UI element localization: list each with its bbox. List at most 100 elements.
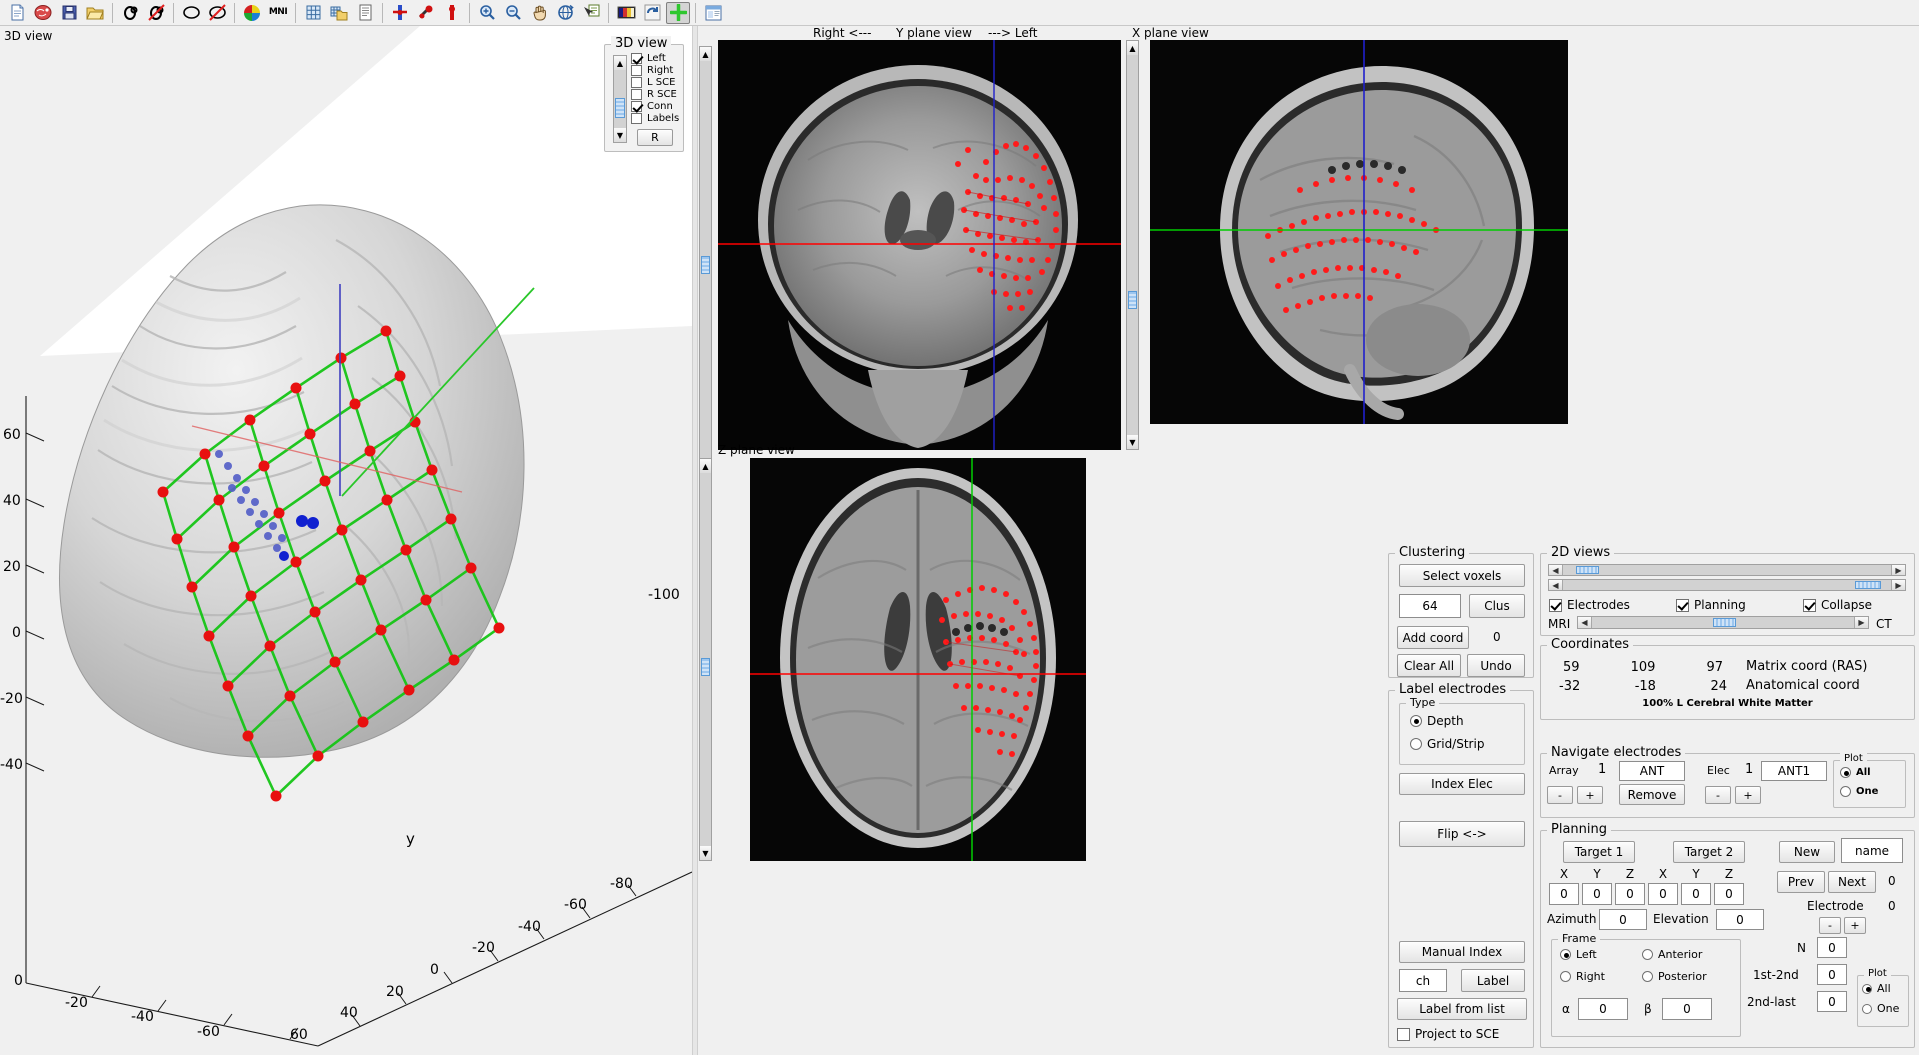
frame-posterior-radio[interactable]: Posterior [1642, 970, 1707, 983]
electrode-blue-icon[interactable] [388, 2, 412, 24]
navigate-plot-all-indicator[interactable] [1840, 767, 1851, 778]
clear-all-button[interactable]: Clear All [1397, 654, 1461, 677]
zoom-in-icon[interactable] [475, 2, 499, 24]
type-depth-radio-indicator[interactable] [1410, 715, 1422, 727]
n-input[interactable]: 0 [1817, 937, 1847, 958]
type-gridstrip-radio-indicator[interactable] [1410, 738, 1422, 750]
plan-name-input[interactable]: name [1841, 838, 1903, 863]
type-depth-radio[interactable]: Depth [1410, 714, 1464, 728]
frame-left-radio[interactable]: Left [1560, 948, 1597, 961]
select-voxels-button[interactable]: Select voxels [1399, 564, 1525, 587]
z-plane-slice-track[interactable] [700, 473, 711, 846]
array-increment-button[interactable]: + [1577, 786, 1603, 804]
array-decrement-button[interactable]: - [1547, 786, 1573, 804]
elec-name-input[interactable]: ANT1 [1761, 761, 1827, 781]
channel-input[interactable]: ch [1399, 969, 1447, 992]
electrodes-checkbox[interactable]: Electrodes [1549, 598, 1630, 612]
elevation-input[interactable]: 0 [1716, 909, 1764, 930]
refresh-icon[interactable] [640, 2, 664, 24]
y-plane-mri-image[interactable] [718, 40, 1121, 450]
planning-checkbox[interactable]: Planning [1676, 598, 1746, 612]
new-plan-button[interactable]: New [1779, 841, 1835, 863]
legend-checkbox-r-sce[interactable] [631, 89, 642, 100]
panel-divider[interactable] [692, 26, 698, 1055]
legend-item-right[interactable]: Right [631, 65, 679, 76]
slider-top-right-arrow[interactable]: ▶ [1891, 565, 1905, 575]
data-cursor-icon[interactable] [579, 2, 603, 24]
next-button[interactable]: Next [1828, 871, 1876, 893]
remove-array-button[interactable]: Remove [1619, 784, 1685, 805]
undo-button[interactable]: Undo [1467, 654, 1525, 677]
prev-button[interactable]: Prev [1777, 871, 1825, 893]
legend-r-button[interactable]: R [637, 129, 673, 146]
planning-plot-all-radio[interactable]: All [1862, 982, 1891, 995]
legend-item-conn[interactable]: Conn [631, 101, 679, 112]
slider-top-left-arrow[interactable]: ◀ [1549, 565, 1563, 575]
first-second-input[interactable]: 0 [1817, 964, 1847, 985]
head-electrodes-off-icon[interactable] [144, 2, 168, 24]
mri-ct-blend-slider[interactable]: ◀ ▶ [1577, 616, 1869, 629]
rotate-3d-icon[interactable] [553, 2, 577, 24]
y-pane-scroll-up-arrow[interactable]: ▲ [700, 47, 711, 61]
open-folder-icon[interactable] [83, 2, 107, 24]
frame-anterior-indicator[interactable] [1642, 949, 1653, 960]
grid-icon[interactable] [301, 2, 325, 24]
alpha-input[interactable]: 0 [1578, 998, 1628, 1020]
head-electrodes-icon[interactable] [118, 2, 142, 24]
manual-index-button[interactable]: Manual Index [1399, 941, 1525, 963]
z-plane-slice-scrollbar[interactable]: ▲ ▼ [699, 458, 712, 861]
views-2d-slider-top[interactable]: ◀ ▶ [1548, 564, 1906, 576]
y-pane-scroll-track[interactable] [700, 61, 711, 501]
legend-scroll-down-arrow[interactable]: ▼ [614, 128, 626, 142]
y-pane-vertical-scrollbar[interactable]: ▲ ▼ [699, 46, 712, 516]
clus-button[interactable]: Clus [1469, 594, 1525, 618]
frame-anterior-radio[interactable]: Anterior [1642, 948, 1702, 961]
label-button[interactable]: Label [1461, 969, 1525, 992]
legend-item-l-sce[interactable]: L SCE [631, 77, 679, 88]
planning-plot-one-radio[interactable]: One [1862, 1002, 1899, 1015]
brain-3d-render[interactable]: 60 40 20 0 -20 -40 0 -20 -40 -60 60 40 2… [0, 26, 692, 1055]
target1-x-input[interactable]: 0 [1549, 883, 1579, 905]
color-atlas-icon[interactable] [240, 2, 264, 24]
target-1-button[interactable]: Target 1 [1563, 841, 1635, 863]
planning-plot-one-indicator[interactable] [1862, 1004, 1872, 1014]
mri-ct-thumb[interactable] [1713, 618, 1737, 627]
save-icon[interactable] [57, 2, 81, 24]
crosshair-add-icon[interactable] [666, 2, 690, 24]
type-gridstrip-radio[interactable]: Grid/Strip [1410, 737, 1484, 751]
mni-icon[interactable]: MNI [266, 2, 290, 24]
contour-icon[interactable] [179, 2, 203, 24]
target2-x-input[interactable]: 0 [1648, 883, 1678, 905]
legend-checkbox-labels[interactable] [631, 113, 642, 124]
collapse-checkbox-box[interactable] [1803, 599, 1816, 612]
mri-ct-track[interactable] [1592, 617, 1854, 628]
view-3d-panel[interactable]: 3D view [0, 26, 692, 1055]
document-icon[interactable] [353, 2, 377, 24]
brain-palette-icon[interactable] [31, 2, 55, 24]
electrodes-checkbox-box[interactable] [1549, 599, 1562, 612]
contour-off-icon[interactable] [205, 2, 229, 24]
mri-ct-right-arrow[interactable]: ▶ [1854, 617, 1868, 628]
navigate-plot-one-indicator[interactable] [1840, 786, 1851, 797]
flip-button[interactable]: Flip <-> [1399, 821, 1525, 847]
slider-bottom-right-arrow[interactable]: ▶ [1891, 580, 1905, 590]
legend-checkbox-conn[interactable] [631, 101, 642, 112]
frame-right-indicator[interactable] [1560, 971, 1571, 982]
planning-plot-all-indicator[interactable] [1862, 984, 1872, 994]
legend-item-r-sce[interactable]: R SCE [631, 89, 679, 100]
z-plane-slice-down-arrow[interactable]: ▼ [700, 846, 711, 860]
new-file-icon[interactable] [5, 2, 29, 24]
legend-scrollbar[interactable]: ▲ ▼ [613, 55, 627, 143]
slider-top-track[interactable] [1563, 565, 1891, 575]
collapse-checkbox[interactable]: Collapse [1803, 598, 1872, 612]
frame-posterior-indicator[interactable] [1642, 971, 1653, 982]
z-plane-slice-up-arrow[interactable]: ▲ [700, 459, 711, 473]
y-pane-scroll-thumb[interactable] [701, 256, 710, 274]
legend-item-left[interactable]: Left [631, 53, 679, 64]
target1-y-input[interactable]: 0 [1582, 883, 1612, 905]
slider-bottom-thumb[interactable] [1855, 581, 1881, 589]
slider-bottom-left-arrow[interactable]: ◀ [1549, 580, 1563, 590]
electrode-red-icon[interactable] [414, 2, 438, 24]
elec-decrement-button[interactable]: - [1705, 786, 1731, 804]
z-plane-mri-image[interactable] [750, 458, 1086, 861]
